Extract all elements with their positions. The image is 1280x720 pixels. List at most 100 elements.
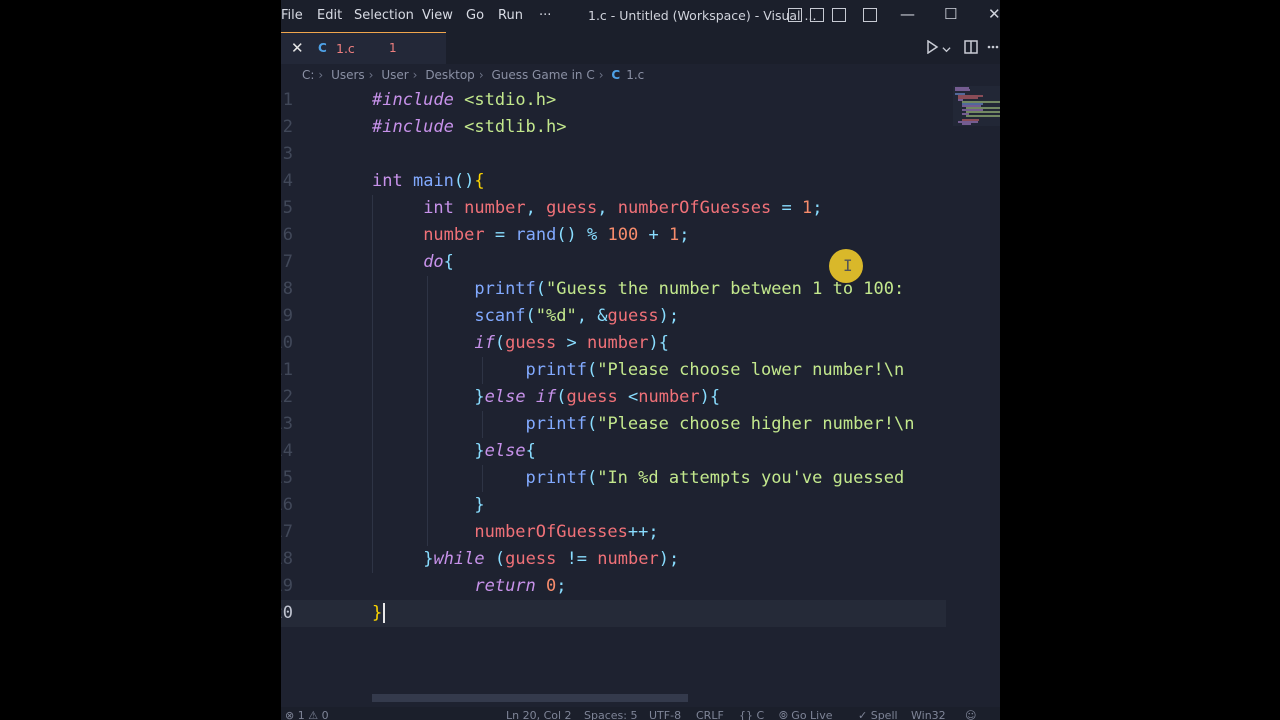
code-token: 1 <box>669 225 680 245</box>
code-line[interactable]: 2 #include <stdlib.h> <box>281 114 946 141</box>
code-line[interactable]: 12 }else if(guess <number){ <box>281 384 946 411</box>
code-line[interactable]: 9 scanf("%d", &guess); <box>281 303 946 330</box>
go-live-button[interactable]: ⦾ Go Live <box>779 709 833 720</box>
breadcrumb: C: › Users › User › Desktop › Guess Game in … <box>302 68 645 82</box>
code-token: guess <box>505 549 557 569</box>
horizontal-scrollbar[interactable] <box>372 694 688 702</box>
breadcrumb-item[interactable]: User <box>381 68 408 82</box>
code-token: <stdlib.h> <box>464 117 567 137</box>
menu-edit[interactable]: Edit <box>317 8 342 23</box>
breadcrumb-item[interactable]: Guess Game in C <box>491 68 594 82</box>
code-line[interactable]: 18 }while (guess != number); <box>281 546 946 573</box>
menu-go[interactable]: Go <box>466 8 484 23</box>
run-dropdown-chevron-icon[interactable] <box>942 43 951 58</box>
breadcrumb-item[interactable]: C: <box>302 68 314 82</box>
code-token: number <box>638 387 700 407</box>
code-token: ){ <box>699 387 721 407</box>
code-line[interactable]: 6 number = rand() % 100 + 1; <box>281 222 946 249</box>
code-token: number <box>423 225 485 245</box>
code-text: }while (guess != number); <box>372 546 943 573</box>
tab-1c[interactable]: ✕ C 1.c 1 <box>281 32 446 64</box>
code-line[interactable]: 20} <box>281 600 946 627</box>
code-token: != <box>566 549 588 569</box>
code-token: do <box>423 252 444 272</box>
problems-indicator[interactable]: ⊗ 1 ⚠ 0 <box>285 709 329 720</box>
language-mode[interactable]: {} C <box>739 709 764 720</box>
cursor-position[interactable]: Ln 20, Col 2 <box>506 709 572 720</box>
code-line[interactable]: 4 int main(){ <box>281 168 946 195</box>
code-token: ( <box>586 468 598 488</box>
code-line[interactable]: 1 #include <stdio.h> <box>281 87 946 114</box>
encoding[interactable]: UTF-8 <box>649 709 681 720</box>
maximize-button[interactable]: ☐ <box>944 5 957 23</box>
toggle-panel-icon[interactable] <box>810 8 824 22</box>
minimize-button[interactable]: — <box>900 5 915 23</box>
code-line[interactable]: 19 return 0; <box>281 573 946 600</box>
code-line[interactable]: 10 if(guess > number){ <box>281 330 946 357</box>
customize-layout-icon[interactable] <box>863 8 877 22</box>
line-number: 3 <box>282 144 293 164</box>
c-file-icon: C <box>611 68 621 82</box>
tab-close-icon[interactable]: ✕ <box>291 39 304 57</box>
menu-more[interactable]: ··· <box>539 8 551 23</box>
code-token: = <box>781 198 792 218</box>
menu-file[interactable]: File <box>281 8 303 23</box>
code-token: } <box>474 441 485 461</box>
code-token: number <box>464 198 526 218</box>
breadcrumb-item[interactable]: 1.c <box>626 68 644 82</box>
feedback-icon[interactable]: ☺ <box>965 709 976 720</box>
code-token: if <box>474 333 495 353</box>
line-number: 18 <box>281 549 293 569</box>
code-text: #include <stdio.h> <box>372 87 943 114</box>
code-line[interactable]: 14 }else{ <box>281 438 946 465</box>
line-number: 10 <box>281 333 293 353</box>
code-token: ( <box>586 360 598 380</box>
platform[interactable]: Win32 <box>911 709 946 720</box>
close-window-button[interactable]: ✕ <box>988 5 1000 23</box>
toggle-secondary-sidebar-icon[interactable] <box>832 8 846 22</box>
code-token: rand <box>515 225 557 245</box>
toggle-sidebar-icon[interactable] <box>788 8 802 22</box>
code-line[interactable]: 5 int number, guess, numberOfGuesses = 1… <box>281 195 946 222</box>
menu-selection[interactable]: Selection <box>354 8 414 23</box>
line-number: 16 <box>281 495 293 515</box>
spell-check[interactable]: ✓ Spell <box>858 709 898 720</box>
split-editor-icon[interactable] <box>964 40 978 58</box>
code-line[interactable]: 16 } <box>281 492 946 519</box>
code-line[interactable]: 11 printf("Please choose lower number!\n <box>281 357 946 384</box>
code-token: , <box>525 198 547 218</box>
line-number: 4 <box>282 171 293 191</box>
minimap[interactable] <box>953 86 1000 126</box>
code-line[interactable]: 17 numberOfGuesses++; <box>281 519 946 546</box>
breadcrumb-item[interactable]: Users <box>331 68 365 82</box>
breadcrumb-item[interactable]: Desktop <box>425 68 475 82</box>
code-line[interactable]: 13 printf("Please choose higher number!\… <box>281 411 946 438</box>
end-of-line[interactable]: CRLF <box>696 709 724 720</box>
code-token: printf <box>525 468 587 488</box>
code-line[interactable]: 15 printf("In %d attempts you've guessed <box>281 465 946 492</box>
menu-view[interactable]: View <box>422 8 453 23</box>
line-number: 2 <box>282 117 293 137</box>
code-editor[interactable]: 1 #include <stdio.h> 2 #include <stdlib.h> 3… <box>281 87 1000 687</box>
code-line[interactable]: 3 <box>281 141 946 168</box>
code-token: printf <box>525 414 587 434</box>
run-icon[interactable] <box>925 39 939 58</box>
code-token: "Please choose lower number!\n <box>597 360 905 380</box>
code-text: } <box>372 600 943 627</box>
code-text: int number, guess, numberOfGuesses = 1; <box>372 195 943 222</box>
indentation[interactable]: Spaces: 5 <box>584 709 637 720</box>
code-token: #include <box>372 117 454 137</box>
code-text: }else if(guess <number){ <box>372 384 943 411</box>
menu-run[interactable]: Run <box>498 8 523 23</box>
more-actions-icon[interactable] <box>987 40 999 58</box>
code-token: return <box>474 576 536 596</box>
